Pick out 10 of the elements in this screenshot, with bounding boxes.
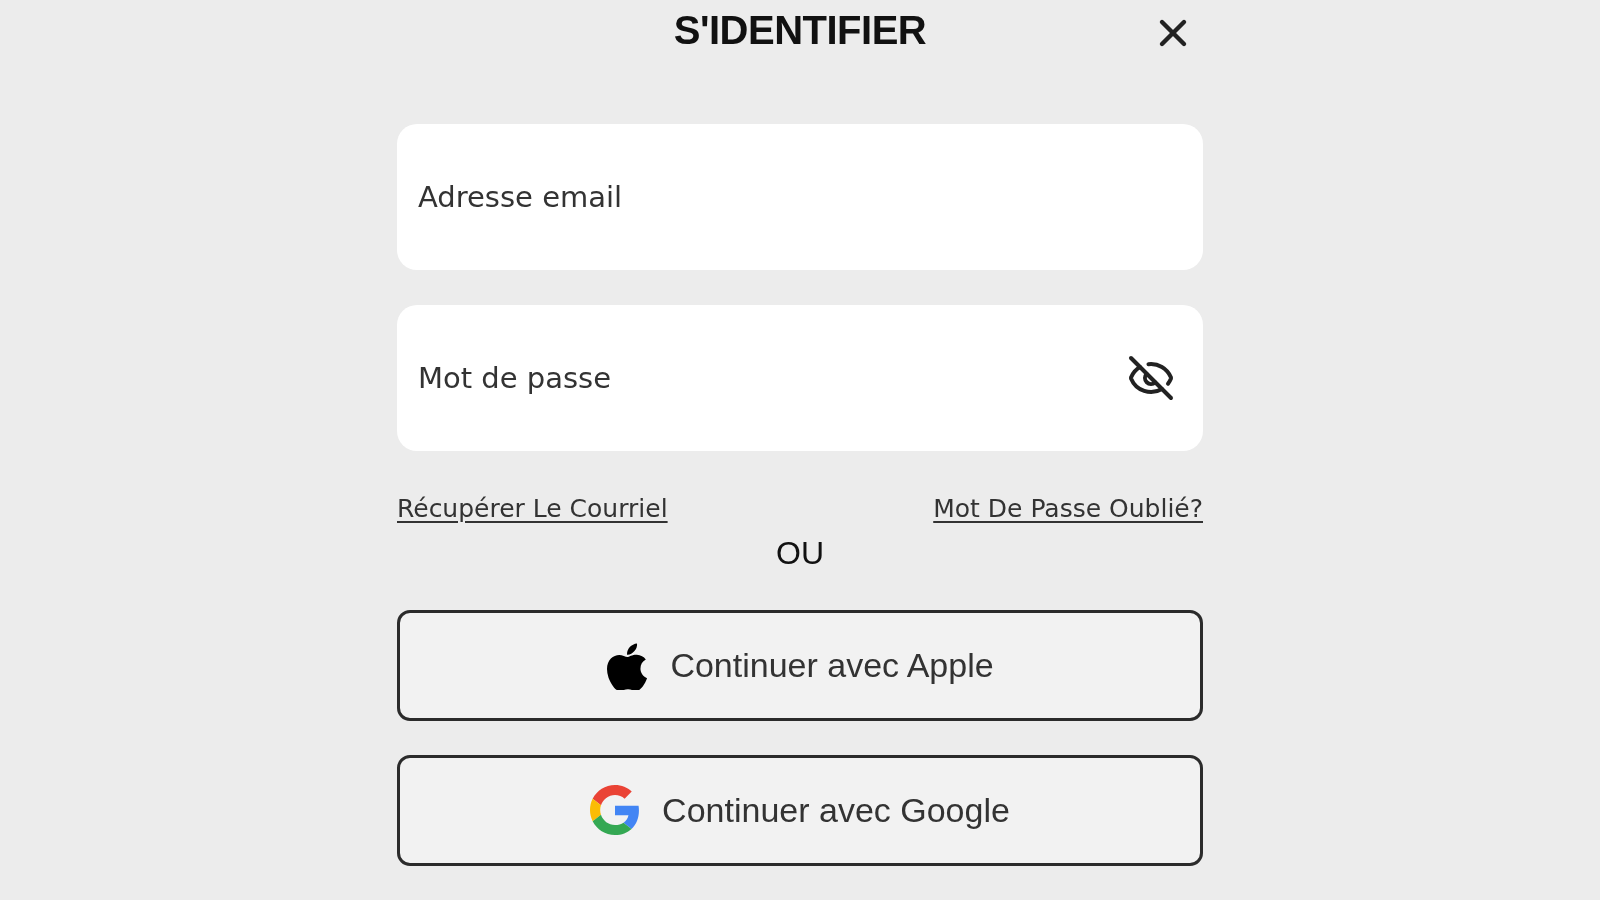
apple-signin-button[interactable]: Continuer avec Apple xyxy=(397,609,1203,721)
password-field[interactable]: Mot de passe xyxy=(397,304,1203,451)
text-link[interactable]: Mot De Passe Oublié? xyxy=(933,493,1203,523)
google-signin-button[interactable]: Continuer avec Google xyxy=(397,754,1203,866)
google-icon xyxy=(590,785,641,836)
dialog-title: S'IDENTIFIER xyxy=(673,8,927,54)
eye-off-icon[interactable] xyxy=(1127,353,1175,402)
email-field[interactable]: Adresse email xyxy=(397,123,1203,270)
separator-text: OU xyxy=(775,534,825,572)
text-link[interactable]: Récupérer Le Courriel xyxy=(397,493,668,523)
